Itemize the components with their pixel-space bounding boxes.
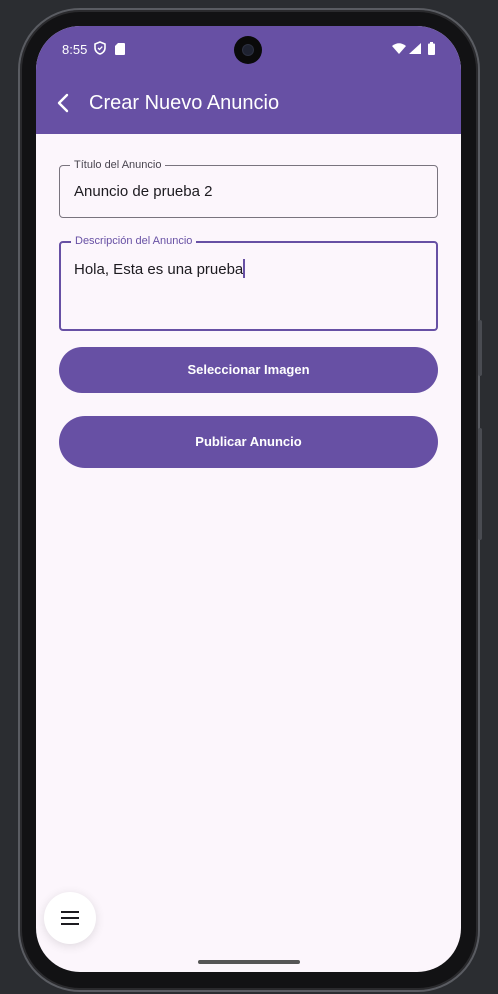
- status-time: 8:55: [62, 42, 88, 57]
- screen: 8:55 Crear Nuevo Anuncio Título del Anun…: [36, 26, 461, 972]
- description-field-label: Descripción del Anuncio: [71, 234, 197, 248]
- volume-button: [478, 320, 482, 376]
- front-camera: [234, 36, 262, 64]
- select-image-button[interactable]: Seleccionar Imagen: [59, 347, 438, 393]
- battery-icon: [428, 42, 435, 55]
- description-field-value: Hola, Esta es una prueba: [74, 261, 244, 278]
- title-field-value: Anuncio de prueba 2: [74, 183, 213, 200]
- signal-icon: [409, 43, 421, 54]
- page-title: Crear Nuevo Anuncio: [89, 92, 280, 114]
- menu-fab[interactable]: [44, 892, 96, 944]
- title-field[interactable]: Título del Anuncio Anuncio de prueba 2: [59, 158, 438, 218]
- publish-button[interactable]: Publicar Anuncio: [59, 416, 438, 468]
- description-field[interactable]: Descripción del Anuncio Hola, Esta es un…: [59, 234, 438, 331]
- description-field-content: Hola, Esta es una prueba: [74, 259, 246, 278]
- app-bar: 8:55 Crear Nuevo Anuncio: [36, 26, 461, 134]
- wifi-icon: [392, 43, 406, 54]
- arrow-back-icon[interactable]: [54, 92, 72, 114]
- title-field-label: Título del Anuncio: [70, 158, 166, 172]
- sd-card-icon: [115, 43, 125, 55]
- shield-icon: [94, 41, 106, 55]
- text-cursor: [243, 259, 246, 278]
- menu-icon: [61, 911, 79, 925]
- power-button: [478, 428, 482, 540]
- home-indicator[interactable]: [198, 960, 300, 964]
